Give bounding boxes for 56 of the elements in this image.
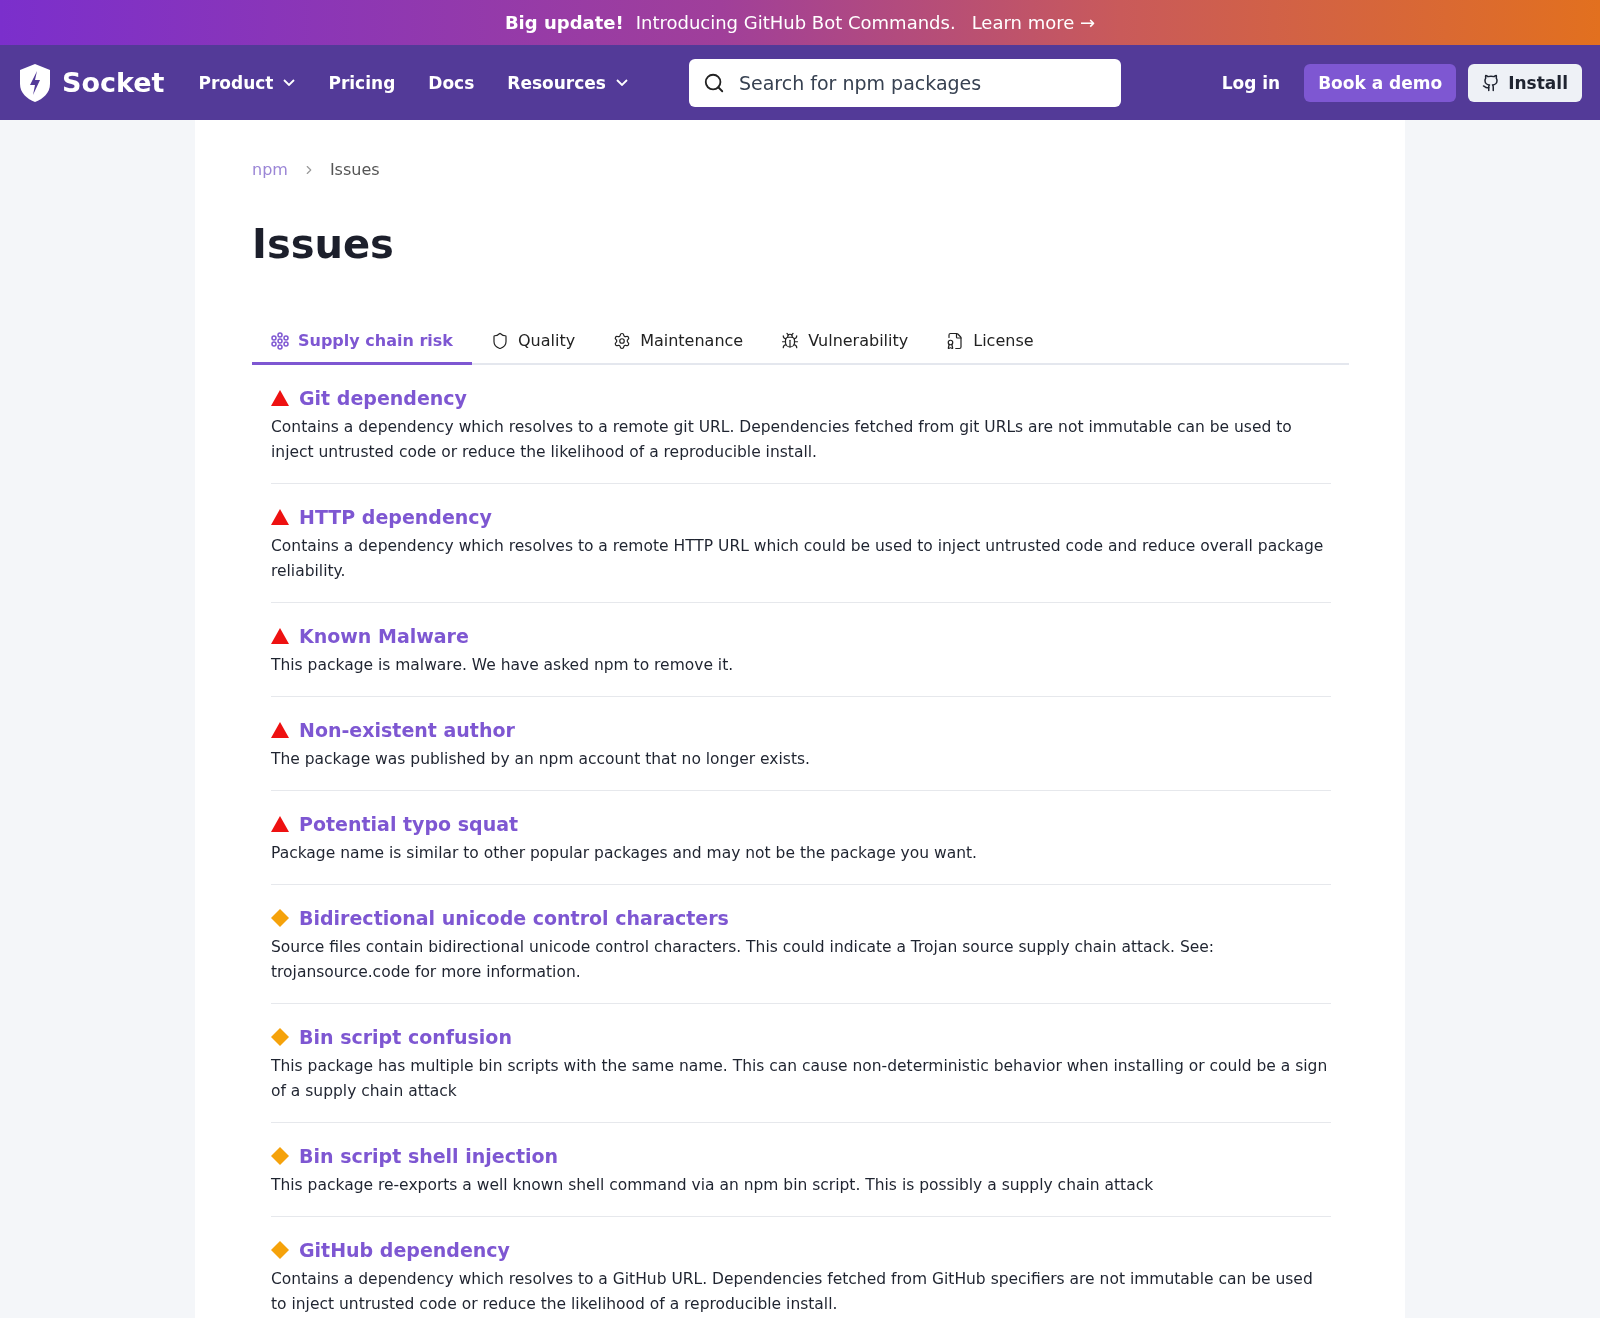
logo-text: Socket [62,67,165,98]
breadcrumb-link[interactable]: Issues [329,160,380,179]
issue-description: Contains a dependency which resolves to a remote HTTP URL which could be used to inject untrusted code and reduce overall package reliability. [271,536,1325,582]
issue-description: The package was published by an npm account that no longer exists. [271,749,811,770]
issue-title-link[interactable]: Potential typo squat [299,813,519,835]
nav-link[interactable]: Resources [507,72,628,93]
issue-description: Contains a dependency which resolves to a GitHub URL. Dependencies fetched from GitHub specifiers are not immutable can be used to inject untrusted code or reduce the likelihood of a reproducible install. [271,1269,1314,1315]
nav-link[interactable]: Docs [428,72,475,93]
document-icon [946,331,965,350]
issue-title-link[interactable]: GitHub dependency [299,1239,510,1261]
category-tab[interactable]: Vulnerability [762,331,928,365]
install-button[interactable]: Install [1468,63,1582,102]
warning-triangle-icon [271,628,289,644]
chevron-down-icon [283,79,296,86]
issue-description: This package re-exports a well known shell command via an npm bin script. This is possibly a supply chain attack [271,1175,1155,1196]
diamond-icon [271,1028,289,1046]
book-demo-button[interactable]: Book a demo [1304,63,1457,102]
warning-triangle-icon [271,722,289,738]
category-tab[interactable]: License [927,331,1053,365]
page-title: Issues [252,221,395,267]
nav-link[interactable]: Product [198,72,296,93]
diamond-icon [271,1241,289,1259]
warning-triangle-icon [271,390,289,406]
diamond-icon [271,1147,289,1165]
nav-link[interactable]: Pricing [328,72,396,93]
issue-title-link[interactable]: HTTP dependency [299,506,492,528]
log-in-link[interactable]: Log in [1221,72,1281,93]
issue-description: This package has multiple bin scripts with the same name. This can cause non-deterministic behavior when installing or could be a sign of a supply chain attack [271,1056,1329,1102]
category-tab[interactable]: Maintenance [594,331,763,365]
warning-triangle-icon [271,816,289,832]
issue-description: Contains a dependency which resolves to a remote git URL. Dependencies fetched from git URLs are not immutable can be used to inject untrusted code or reduce the likelihood of a reproducible install. [271,417,1293,463]
breadcrumb-link[interactable]: npm [252,160,288,179]
issue-title-link[interactable]: Git dependency [299,387,467,409]
diamond-icon [271,909,289,927]
shield-icon [490,331,509,350]
chevron-down-icon [615,79,628,86]
gear-icon [613,331,632,350]
shield-bolt-logo-icon [20,63,50,102]
issue-description: Package name is similar to other popular packages and may not be the package you want. [271,843,979,864]
issue-title-link[interactable]: Non-existent author [299,719,515,741]
banner-headline: Big update! [504,12,624,33]
issue-title-link[interactable]: Bidirectional unicode control characters [299,907,729,929]
warning-triangle-icon [271,509,289,525]
bug-icon [781,331,800,350]
issue-title-link[interactable]: Bin script confusion [299,1026,512,1048]
dots-cluster-icon [271,331,289,350]
category-tab[interactable]: Quality [471,331,595,365]
banner-text: Introducing GitHub Bot Commands. [635,12,956,33]
issue-description: This package is malware. We have asked npm to remove it. [271,655,735,676]
issue-title-link[interactable]: Known Malware [299,625,469,647]
issue-title-link[interactable]: Bin script shell injection [299,1145,559,1167]
category-tab[interactable]: Supply chain risk [252,331,472,365]
github-icon [1482,73,1501,92]
search-field[interactable]: Search for npm packages [688,58,1121,107]
issue-description: Source files contain bidirectional unicode control characters. This could indicate a Trojan source supply chain attack. See: trojansource.code for more information. [271,937,1216,983]
learn-more-link[interactable]: Learn more → [971,12,1096,33]
